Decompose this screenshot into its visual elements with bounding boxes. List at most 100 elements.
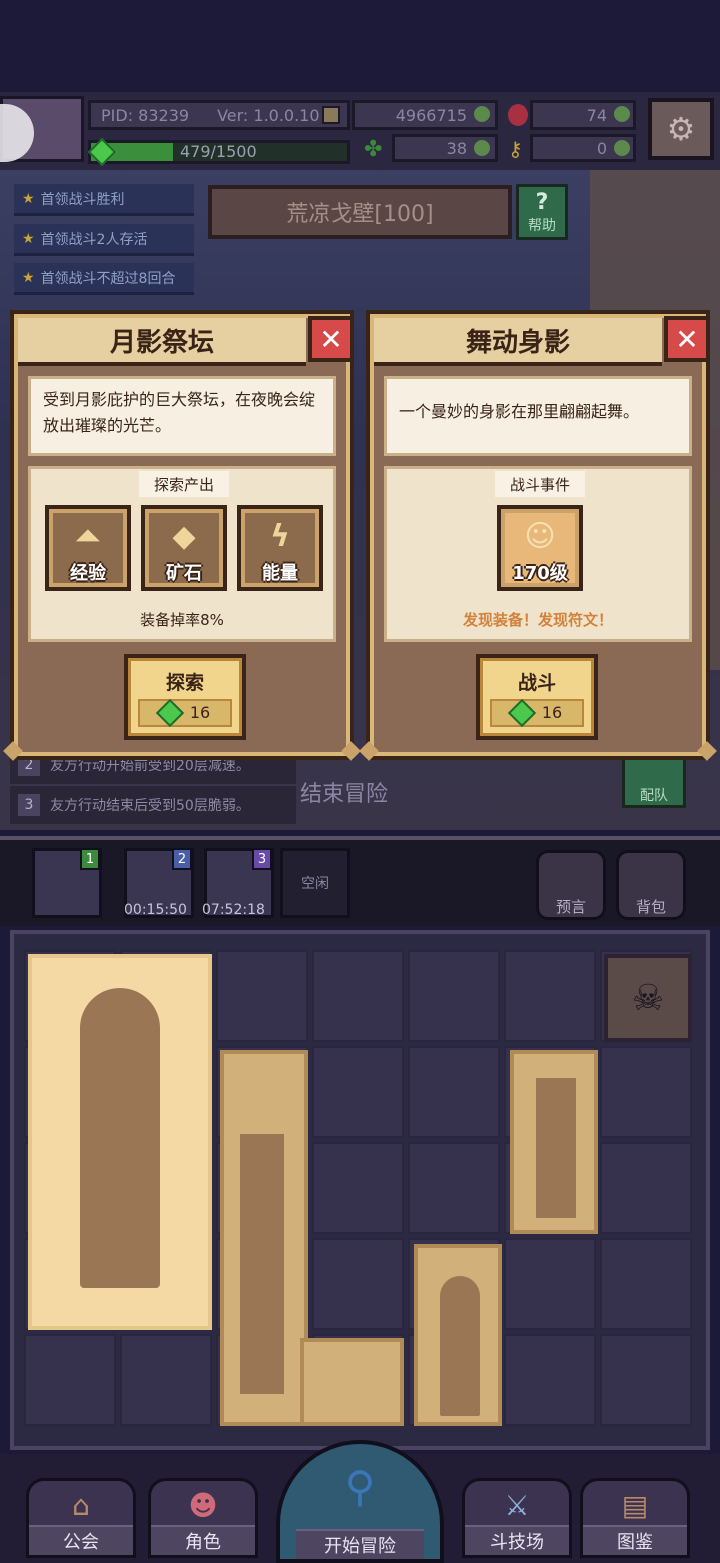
statue-art bbox=[536, 1078, 576, 1218]
grid-cell[interactable] bbox=[600, 1142, 692, 1234]
nav-arena[interactable]: ⚔ 斗技场 bbox=[462, 1478, 572, 1558]
battle-button[interactable]: 战斗 16 bbox=[476, 654, 598, 740]
close-button[interactable]: ✕ bbox=[308, 316, 354, 362]
grid-cell[interactable] bbox=[408, 950, 500, 1042]
discovery-text: 发现装备！发现符文！ bbox=[462, 611, 613, 629]
obelisk-art bbox=[440, 1276, 480, 1416]
exp-arrow-icon: ⏶ bbox=[76, 519, 100, 554]
ruby-icon bbox=[508, 104, 528, 126]
obelisk-tile[interactable] bbox=[414, 1244, 502, 1426]
cost-display: 16 bbox=[138, 698, 232, 727]
enemy-level: 170级 bbox=[512, 563, 568, 584]
add-clover-icon[interactable] bbox=[474, 140, 490, 156]
grid-cell[interactable] bbox=[24, 1334, 116, 1426]
quest-item: ★ 首领战斗不超过8回合 bbox=[14, 263, 194, 295]
explore-button[interactable]: 探索 16 bbox=[124, 654, 246, 740]
battle-panel: 战斗事件 ☺ 170级 发现装备！发现符文！ bbox=[384, 466, 692, 642]
reward-panel: 探索产出 ⏶ 经验 ◆ 矿石 ϟ 能量 装备掉率8% bbox=[28, 466, 336, 642]
key-value: 0 bbox=[596, 138, 607, 158]
clover-value: 38 bbox=[446, 138, 467, 158]
bag-button[interactable]: 背包 bbox=[616, 850, 686, 920]
star-icon: ★ bbox=[22, 230, 35, 247]
card-description: 一个曼妙的身影在那里翩翩起舞。 bbox=[384, 376, 692, 456]
key-icon: ⚷ bbox=[508, 137, 523, 161]
grid-cell[interactable] bbox=[312, 1142, 404, 1234]
enemy-tile[interactable]: ☠ bbox=[604, 954, 692, 1042]
end-adventure-button[interactable]: 结束冒险 bbox=[300, 776, 388, 808]
close-button[interactable]: ✕ bbox=[664, 316, 710, 362]
reward-slot-energy[interactable]: ϟ 能量 bbox=[237, 505, 323, 591]
reward-slot-ore[interactable]: ◆ 矿石 bbox=[141, 505, 227, 591]
grid-cell[interactable] bbox=[216, 950, 308, 1042]
altar-art bbox=[80, 988, 160, 1288]
grid-cell[interactable] bbox=[504, 1334, 596, 1426]
grid-cell[interactable] bbox=[600, 1334, 692, 1426]
stage-title: 荒凉戈壁[100] bbox=[208, 185, 512, 239]
effect-row: 3 友方行动结束后受到50层脆弱。 bbox=[10, 786, 296, 824]
grid-cell[interactable] bbox=[504, 950, 596, 1042]
guild-hall-icon: ⌂ bbox=[72, 1489, 90, 1522]
slot-timer: 00:15:50 bbox=[124, 902, 187, 918]
coin-icon bbox=[322, 106, 340, 124]
settings-button[interactable]: ⚙ bbox=[648, 98, 714, 160]
panel-title: 探索产出 bbox=[139, 471, 229, 497]
panel-title: 战斗事件 bbox=[495, 471, 585, 497]
ore-icon: ◆ bbox=[172, 519, 196, 554]
energy-gem-icon bbox=[507, 698, 536, 727]
nav-codex[interactable]: ▤ 图鉴 bbox=[580, 1478, 690, 1558]
add-key-icon[interactable] bbox=[614, 140, 630, 156]
statue-tile[interactable] bbox=[510, 1050, 598, 1234]
slot-timer: 07:52:18 bbox=[202, 902, 265, 918]
prophecy-button[interactable]: 预言 bbox=[536, 850, 606, 920]
grid-cell[interactable] bbox=[312, 1046, 404, 1138]
ruby-value: 74 bbox=[586, 105, 607, 125]
grid-cell[interactable] bbox=[408, 1142, 500, 1234]
help-label: 帮助 bbox=[528, 218, 556, 234]
exp-text: 479/1500 bbox=[180, 142, 257, 161]
team-button[interactable]: 配队 bbox=[622, 756, 686, 808]
grid-cell[interactable] bbox=[408, 1046, 500, 1138]
pid-text: PID: 83239 bbox=[101, 105, 190, 125]
rubble-tile[interactable] bbox=[300, 1338, 404, 1426]
grid-cell[interactable] bbox=[600, 1046, 692, 1138]
nav-character[interactable]: ☻ 角色 bbox=[148, 1478, 258, 1558]
star-icon: ★ bbox=[22, 190, 35, 207]
grid-cell[interactable] bbox=[312, 950, 404, 1042]
grid-cell[interactable] bbox=[504, 1238, 596, 1330]
close-icon: ✕ bbox=[319, 322, 343, 356]
event-card-altar: 月影祭坛 ✕ 受到月影庇护的巨大祭坛，在夜晚会绽放出璀璨的光芒。 探索产出 ⏶ … bbox=[3, 310, 361, 761]
grid-cell[interactable] bbox=[312, 1238, 404, 1330]
quest-item: ★ 首领战斗胜利 bbox=[14, 184, 194, 216]
close-icon: ✕ bbox=[675, 322, 699, 356]
question-icon: ? bbox=[535, 190, 549, 215]
clover-icon: ✤ bbox=[364, 137, 383, 162]
pillar-art bbox=[240, 1134, 284, 1394]
add-gold-icon[interactable] bbox=[474, 106, 490, 122]
magnifier-icon: ⚲ bbox=[344, 1462, 376, 1511]
quest-item: ★ 首领战斗2人存活 bbox=[14, 224, 194, 256]
enemy-portrait[interactable]: ☺ 170级 bbox=[497, 505, 583, 591]
event-card-dancer: 舞动身影 ✕ 一个曼妙的身影在那里翩翩起舞。 战斗事件 ☺ 170级 发现装备！… bbox=[359, 310, 717, 761]
team-label: 配队 bbox=[640, 788, 668, 804]
cost-display: 16 bbox=[490, 698, 584, 727]
pillar-tile[interactable] bbox=[220, 1050, 308, 1426]
character-icon: ☻ bbox=[188, 1489, 218, 1522]
gear-icon: ⚙ bbox=[666, 110, 696, 148]
version-text: Ver: 1.0.0.10 bbox=[217, 105, 320, 125]
add-ruby-icon[interactable] bbox=[614, 106, 630, 122]
skull-icon: ☠ bbox=[631, 977, 665, 1019]
book-icon: ▤ bbox=[621, 1489, 649, 1522]
altar-tile[interactable] bbox=[28, 954, 212, 1330]
battle-label: 战斗 bbox=[517, 671, 556, 694]
card-title: 月影祭坛 bbox=[18, 318, 306, 366]
nav-guild[interactable]: ⌂ 公会 bbox=[26, 1478, 136, 1558]
grid-cell[interactable] bbox=[120, 1334, 212, 1426]
energy-gem-icon bbox=[155, 698, 184, 727]
reward-slot-exp[interactable]: ⏶ 经验 bbox=[45, 505, 131, 591]
card-title: 舞动身影 bbox=[374, 318, 662, 366]
help-button[interactable]: ? 帮助 bbox=[516, 184, 568, 240]
idle-slot[interactable]: 空闲 bbox=[280, 848, 350, 918]
adventure-queue bbox=[0, 840, 720, 926]
grid-cell[interactable] bbox=[600, 1238, 692, 1330]
drop-rate: 装备掉率8% bbox=[140, 611, 224, 629]
